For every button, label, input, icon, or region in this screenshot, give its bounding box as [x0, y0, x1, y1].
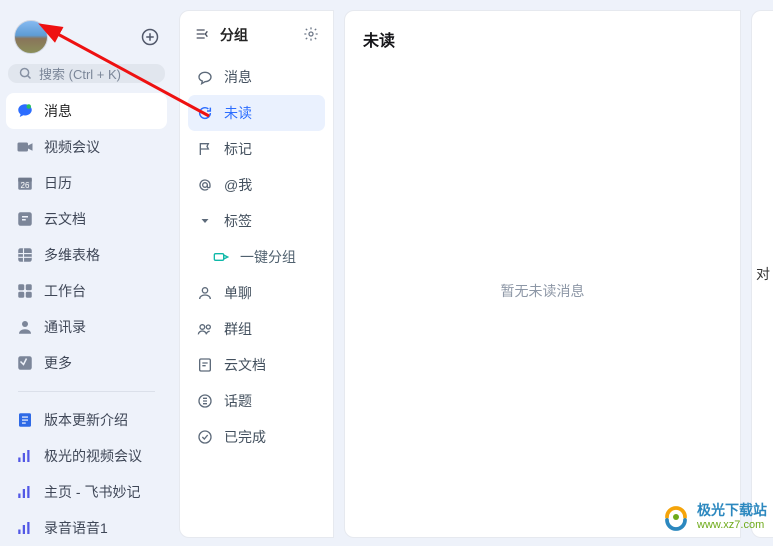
bars-icon	[16, 447, 34, 465]
cloud-doc-icon	[196, 356, 214, 374]
link-recording[interactable]: 录音语音1	[6, 510, 167, 546]
link-home-notes[interactable]: 主页 - 飞书妙记	[6, 474, 167, 510]
nav-docs[interactable]: 云文档	[6, 201, 167, 237]
watermark-name: 极光下载站	[697, 503, 767, 518]
docs-icon	[16, 210, 34, 228]
group-label: 话题	[224, 391, 252, 411]
messages-icon	[16, 102, 34, 120]
table-icon	[16, 246, 34, 264]
nav-contacts[interactable]: 通讯录	[6, 309, 167, 345]
people-icon	[196, 320, 214, 338]
at-icon	[196, 176, 214, 194]
group-item-unread[interactable]: 未读	[188, 95, 325, 131]
content-panel: 未读 暂无未读消息	[344, 10, 741, 538]
link-jg-meeting[interactable]: 极光的视频会议	[6, 438, 167, 474]
nav-calendar[interactable]: 26 日历	[6, 165, 167, 201]
group-item-group[interactable]: 群组	[188, 311, 325, 347]
group-item-onekey[interactable]: 一键分组	[188, 239, 325, 275]
nav-bitable[interactable]: 多维表格	[6, 237, 167, 273]
group-item-done[interactable]: 已完成	[188, 419, 325, 455]
empty-state: 暂无未读消息	[363, 61, 722, 521]
primary-nav: 消息 视频会议 26 日历 云文档	[0, 93, 173, 546]
check-icon	[196, 428, 214, 446]
nav-label: 云文档	[44, 209, 86, 229]
link-release-notes[interactable]: 版本更新介绍	[6, 402, 167, 438]
flag-icon	[196, 140, 214, 158]
group-panel: 分组 消息 未读 标记 @我	[179, 10, 334, 538]
watermark-logo-icon	[661, 502, 691, 532]
group-label: 一键分组	[240, 247, 296, 267]
group-list: 消息 未读 标记 @我 标签 一键分组	[180, 55, 333, 455]
group-item-messages[interactable]: 消息	[188, 59, 325, 95]
video-icon	[16, 138, 34, 156]
divider	[18, 391, 155, 392]
nav-label: 通讯录	[44, 317, 86, 337]
group-panel-title: 分组	[220, 25, 248, 45]
chat-icon	[196, 68, 214, 86]
content-title: 未读	[363, 27, 722, 51]
search-placeholder: 搜索 (Ctrl + K)	[39, 64, 121, 83]
sidebar-header	[0, 20, 173, 64]
nav-workplace[interactable]: 工作台	[6, 273, 167, 309]
hash-icon	[196, 392, 214, 410]
group-label: 消息	[224, 67, 252, 87]
group-item-topic[interactable]: 话题	[188, 383, 325, 419]
search-icon	[18, 66, 33, 81]
empty-text: 暂无未读消息	[501, 281, 585, 301]
link-label: 版本更新介绍	[44, 410, 128, 430]
person-icon	[196, 284, 214, 302]
link-label: 极光的视频会议	[44, 446, 142, 466]
group-label: 云文档	[224, 355, 266, 375]
contacts-icon	[16, 318, 34, 336]
group-label: 标签	[224, 211, 252, 231]
nav-label: 工作台	[44, 281, 86, 301]
group-item-tags[interactable]: 标签	[188, 203, 325, 239]
nav-meeting[interactable]: 视频会议	[6, 129, 167, 165]
sidebar: 搜索 (Ctrl + K) 消息 视频会议 26 日历	[0, 10, 173, 538]
nav-label: 日历	[44, 173, 72, 193]
avatar[interactable]	[14, 20, 48, 54]
group-item-single[interactable]: 单聊	[188, 275, 325, 311]
link-label: 主页 - 飞书妙记	[44, 482, 140, 502]
group-label: 未读	[224, 103, 252, 123]
doc-icon	[16, 411, 34, 429]
grid-icon	[16, 282, 34, 300]
nav-messages[interactable]: 消息	[6, 93, 167, 129]
gear-icon[interactable]	[303, 26, 319, 45]
group-item-cloud[interactable]: 云文档	[188, 347, 325, 383]
nav-label: 更多	[44, 353, 72, 373]
group-panel-header: 分组	[180, 25, 333, 55]
more-icon	[16, 354, 34, 372]
collapse-icon[interactable]	[194, 26, 210, 45]
calendar-icon: 26	[16, 174, 34, 192]
peek-panel: 对	[751, 10, 773, 538]
bars-icon	[16, 519, 34, 537]
watermark: 极光下载站 www.xz7.com	[661, 502, 767, 532]
group-label: 已完成	[224, 427, 266, 447]
nav-label: 消息	[44, 101, 72, 121]
plus-icon[interactable]	[141, 28, 159, 46]
tag-icon	[212, 248, 230, 266]
peek-text: 对	[756, 264, 770, 284]
bars-icon	[16, 483, 34, 501]
refresh-icon	[196, 104, 214, 122]
nav-label: 视频会议	[44, 137, 100, 157]
chevron-down-icon	[196, 212, 214, 230]
group-label: 标记	[224, 139, 252, 159]
watermark-url: www.xz7.com	[697, 519, 767, 531]
group-label: 单聊	[224, 283, 252, 303]
group-label: 群组	[224, 319, 252, 339]
group-label: @我	[224, 175, 252, 195]
search-input[interactable]: 搜索 (Ctrl + K)	[8, 64, 165, 83]
nav-more[interactable]: 更多	[6, 345, 167, 381]
link-label: 录音语音1	[44, 518, 108, 538]
group-item-atme[interactable]: @我	[188, 167, 325, 203]
group-item-flag[interactable]: 标记	[188, 131, 325, 167]
nav-label: 多维表格	[44, 245, 100, 265]
